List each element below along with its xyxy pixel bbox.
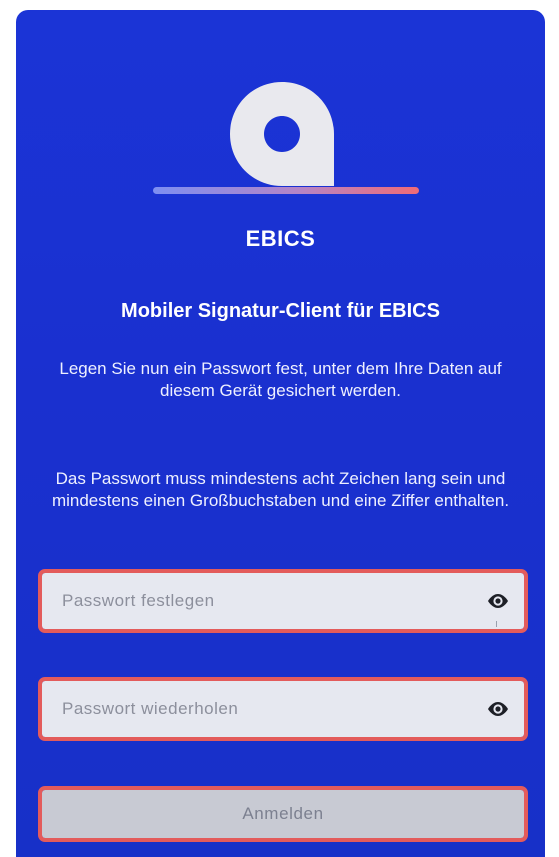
eye-icon[interactable] (486, 698, 510, 720)
password-repeat-field[interactable] (38, 677, 528, 741)
app-logo-icon (230, 82, 334, 186)
logo-underline (153, 187, 419, 194)
eye-icon[interactable] (486, 590, 510, 612)
password-requirements-text: Das Passwort muss mindestens acht Zeiche… (51, 469, 510, 510)
login-button[interactable]: Anmelden (38, 786, 528, 842)
password-repeat-input[interactable] (42, 681, 524, 737)
page-title: Mobiler Signatur-Client für EBICS (121, 300, 440, 322)
password-field[interactable] (38, 569, 528, 633)
password-input[interactable] (42, 573, 524, 629)
app-screen: EBICS Mobiler Signatur-Client für EBICS … (16, 10, 545, 857)
instruction-text: Legen Sie nun ein Passwort fest, unter d… (59, 359, 502, 400)
scroll-caret (496, 621, 497, 627)
brand-name: EBICS (245, 226, 316, 251)
